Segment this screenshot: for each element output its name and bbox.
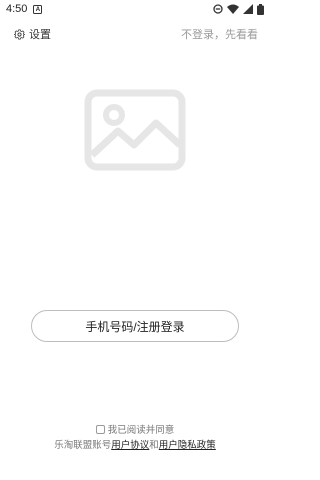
agreement-row: 乐淘联盟账号用户协议和用户隐私政策 (0, 437, 270, 451)
signal-icon (243, 4, 253, 14)
wifi-icon (227, 4, 239, 14)
user-agreement-link[interactable]: 用户协议 (111, 440, 149, 451)
status-time: 4:50 (6, 3, 28, 15)
do-not-disturb-icon (213, 4, 223, 14)
status-right (213, 3, 264, 15)
skip-login-link[interactable]: 不登录，先看看 (181, 26, 258, 42)
phone-login-button[interactable]: 手机号码/注册登录 (31, 310, 239, 342)
settings-button[interactable]: 设置 (14, 26, 51, 42)
agreement-and: 和 (149, 440, 159, 451)
agree-label: 我已阅读并同意 (107, 425, 175, 436)
privacy-policy-link[interactable]: 用户隐私政策 (159, 440, 216, 451)
image-placeholder-icon (84, 89, 186, 171)
settings-label: 设置 (29, 29, 51, 41)
gear-icon (14, 29, 25, 39)
status-bar: 4:50 A (0, 0, 270, 18)
agree-checkbox[interactable] (95, 424, 105, 434)
battery-icon (257, 3, 264, 15)
notification-badge-icon: A (33, 4, 43, 14)
agree-row: 我已阅读并同意 (0, 422, 270, 436)
status-left: 4:50 A (6, 3, 43, 15)
agreement-prefix: 乐淘联盟账号 (54, 440, 112, 451)
top-bar: 设置 不登录，先看看 (0, 22, 270, 46)
